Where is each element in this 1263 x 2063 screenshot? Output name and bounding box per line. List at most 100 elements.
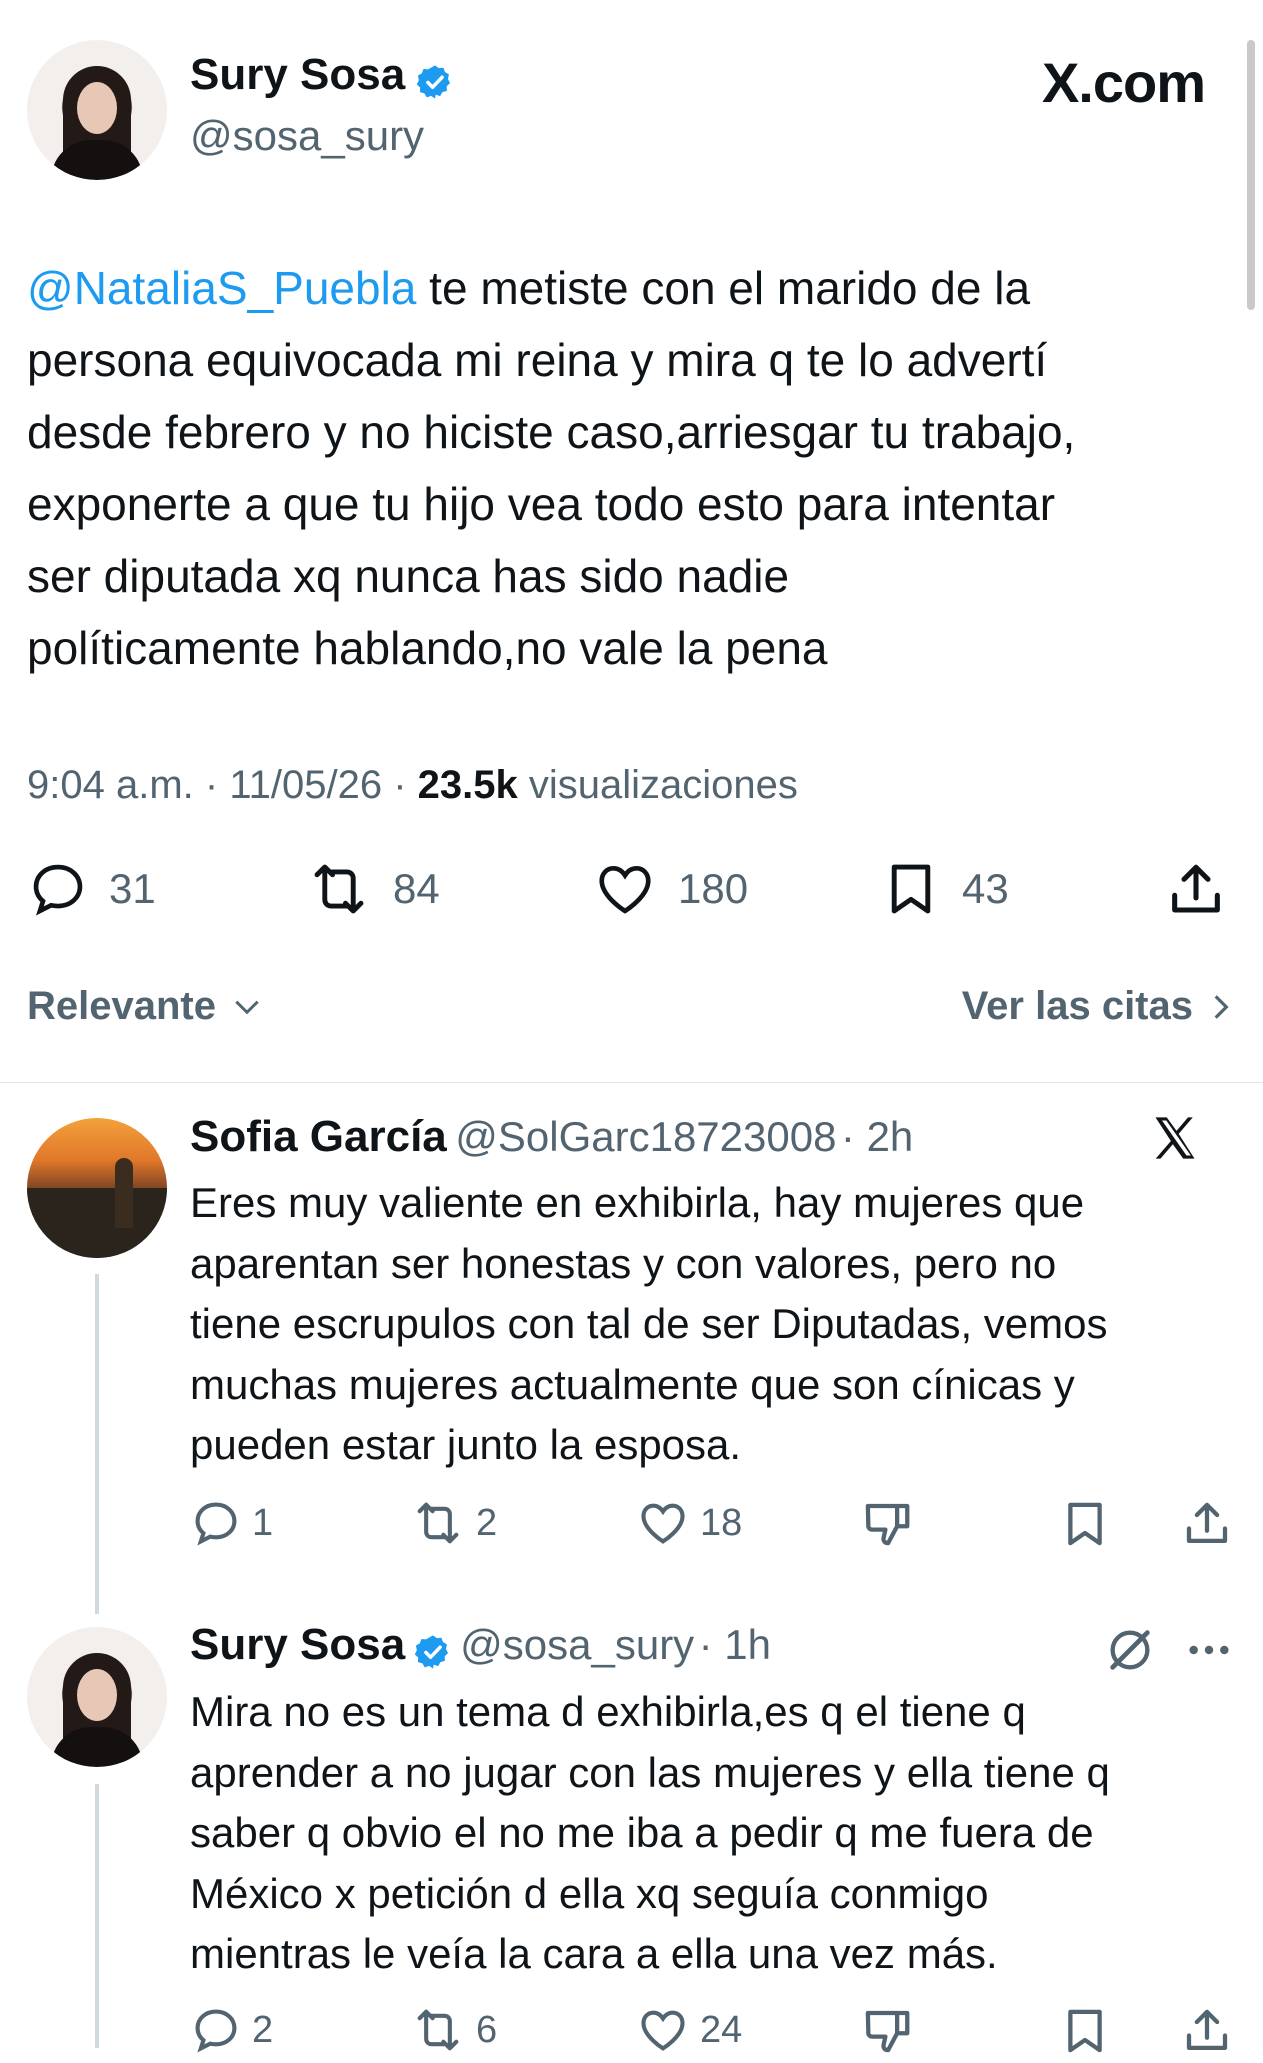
avatar-cityscape <box>27 1188 167 1258</box>
views-count: 23.5k <box>417 763 518 807</box>
avatar[interactable] <box>27 1118 167 1258</box>
reply-line: aprender a no jugar con las mujeres y el… <box>190 1748 1110 1796</box>
reply-author-handle[interactable]: @sosa_sury <box>460 1621 694 1668</box>
bookmark-button[interactable] <box>1058 1497 1112 1556</box>
author-name[interactable]: Sury Sosa <box>190 50 405 99</box>
tweet-meta: 9:04 a.m. · 11/05/26 · 23.5k visualizaci… <box>27 763 798 808</box>
repost-button[interactable]: 84 <box>305 858 440 920</box>
divider <box>0 1082 1263 1083</box>
tweet-line: desde febrero y no hiciste caso,arriesga… <box>27 406 1076 458</box>
reply-line: Mira no es un tema d exhibirla,es q el t… <box>190 1688 1026 1735</box>
repost-count: 2 <box>476 1501 498 1544</box>
chevron-right-icon <box>1214 994 1229 1019</box>
like-button[interactable]: 180 <box>592 858 748 920</box>
repost-button[interactable]: 2 <box>410 1497 497 1549</box>
like-count: 180 <box>678 865 749 912</box>
repost-count: 84 <box>393 865 440 912</box>
bookmark-count: 43 <box>962 865 1009 912</box>
share-icon <box>1172 864 1220 913</box>
reply-author-name[interactable]: Sofia García <box>190 1112 447 1161</box>
reply-icon <box>195 2009 237 2053</box>
reply-line: pueden estar junto la esposa. <box>190 1421 742 1468</box>
scrollbar[interactable] <box>1247 40 1255 310</box>
chevron-down-icon <box>235 1000 259 1015</box>
tweet-text: @NataliaS_Puebla te metiste con el marid… <box>27 252 1242 684</box>
tweet-line: ser diputada xq nunca has sido nadie <box>27 550 790 602</box>
bookmark-button[interactable] <box>1058 2004 1112 2063</box>
bookmark-button[interactable]: 43 <box>880 858 1009 920</box>
heart-icon <box>599 866 651 914</box>
mention-link[interactable]: @NataliaS_Puebla <box>27 262 416 314</box>
author-row: Sury Sosa <box>190 50 454 101</box>
bookmark-icon <box>891 864 931 914</box>
tweet-date[interactable]: 11/05/26 <box>229 763 382 807</box>
thumbs-down-icon <box>865 1503 910 1546</box>
reply-text: Mira no es un tema d exhibirla,es q el t… <box>190 1682 1240 1985</box>
avatar[interactable] <box>27 40 167 180</box>
grok-icon <box>1110 1630 1150 1670</box>
verified-badge-icon <box>416 65 450 99</box>
reply-line: aparentan ser honestas y con valores, pe… <box>190 1239 1057 1287</box>
views-label: visualizaciones <box>528 763 798 807</box>
grok-button[interactable] <box>1104 1624 1156 1681</box>
dislike-button[interactable] <box>860 2004 914 2063</box>
reply-header: Sofia García @SolGarc18723008 · 2h <box>190 1112 913 1162</box>
heart-icon <box>641 1503 685 1544</box>
reply-count: 1 <box>252 1501 274 1544</box>
reply-header: Sury Sosa @sosa_sury · 1h <box>190 1620 771 1671</box>
repost-icon <box>314 864 364 914</box>
author-handle[interactable]: @sosa_sury <box>190 112 424 160</box>
thumbs-down-icon <box>865 2010 910 2053</box>
meta-separator: · <box>840 1113 867 1160</box>
reply-age[interactable]: 1h <box>724 1621 771 1668</box>
reply-line: México x petición d ella xq seguía conmi… <box>190 1869 989 1917</box>
reply-line: tiene escrupulos con tal de ser Diputada… <box>190 1300 1108 1347</box>
meta-separator: · <box>204 763 230 807</box>
heart-icon <box>641 2010 685 2051</box>
meta-separator: · <box>698 1621 725 1668</box>
dislike-button[interactable] <box>860 1497 914 1556</box>
reply-button[interactable]: 1 <box>190 1497 273 1549</box>
like-button[interactable]: 18 <box>636 1497 742 1549</box>
bookmark-icon <box>1068 1502 1102 1546</box>
avatar-tower <box>115 1158 133 1228</box>
avatar[interactable] <box>27 1627 167 1767</box>
bookmark-icon <box>1068 2009 1102 2053</box>
like-button[interactable]: 24 <box>636 2004 742 2056</box>
repost-icon <box>417 2009 459 2051</box>
reply-count: 2 <box>252 2008 274 2051</box>
avatar-face <box>77 1669 117 1721</box>
share-button[interactable] <box>1164 858 1228 927</box>
tweet-time[interactable]: 9:04 a.m. <box>27 763 194 807</box>
reply-age[interactable]: 2h <box>867 1113 914 1160</box>
share-button[interactable] <box>1180 1497 1234 1556</box>
view-quotes-label: Ver las citas <box>961 984 1193 1028</box>
repost-button[interactable]: 6 <box>410 2004 497 2056</box>
share-icon <box>1186 2009 1228 2051</box>
reply-count: 31 <box>109 865 156 912</box>
x-logo[interactable]: X.com <box>1042 50 1206 115</box>
more-options-button[interactable] <box>1186 1632 1232 1673</box>
sort-dropdown[interactable]: Relevante <box>27 984 263 1029</box>
view-quotes-link[interactable]: Ver las citas <box>962 984 1231 1029</box>
meta-separator: · <box>393 763 418 807</box>
repost-count: 6 <box>476 2008 498 2051</box>
reply-text: Eres muy valiente en exhibirla, hay muje… <box>190 1173 1240 1476</box>
reply-button[interactable]: 2 <box>190 2004 273 2056</box>
share-button[interactable] <box>1180 2004 1234 2063</box>
repost-icon <box>417 1502 459 1544</box>
tweet-line: persona equivocada mi reina y mira q te … <box>27 334 1048 386</box>
x-logo-icon <box>1149 1112 1201 1169</box>
tweet-line: exponerte a que tu hijo vea todo esto pa… <box>27 478 1056 530</box>
reply-author-name[interactable]: Sury Sosa <box>190 1620 405 1669</box>
reply-button[interactable]: 31 <box>27 858 156 920</box>
more-icon <box>1189 1645 1229 1655</box>
sort-label: Relevante <box>27 984 216 1028</box>
reply-author-handle[interactable]: @SolGarc18723008 <box>455 1113 836 1160</box>
like-count: 24 <box>700 2008 743 2051</box>
thread-line <box>95 1784 99 2048</box>
reply-line: mientras le veía la cara a ella una vez … <box>190 1930 998 1977</box>
reply-line: Eres muy valiente en exhibirla, hay muje… <box>190 1179 1085 1226</box>
reply-line: muchas mujeres actualmente que son cínic… <box>190 1360 1075 1408</box>
like-count: 18 <box>700 1501 743 1544</box>
